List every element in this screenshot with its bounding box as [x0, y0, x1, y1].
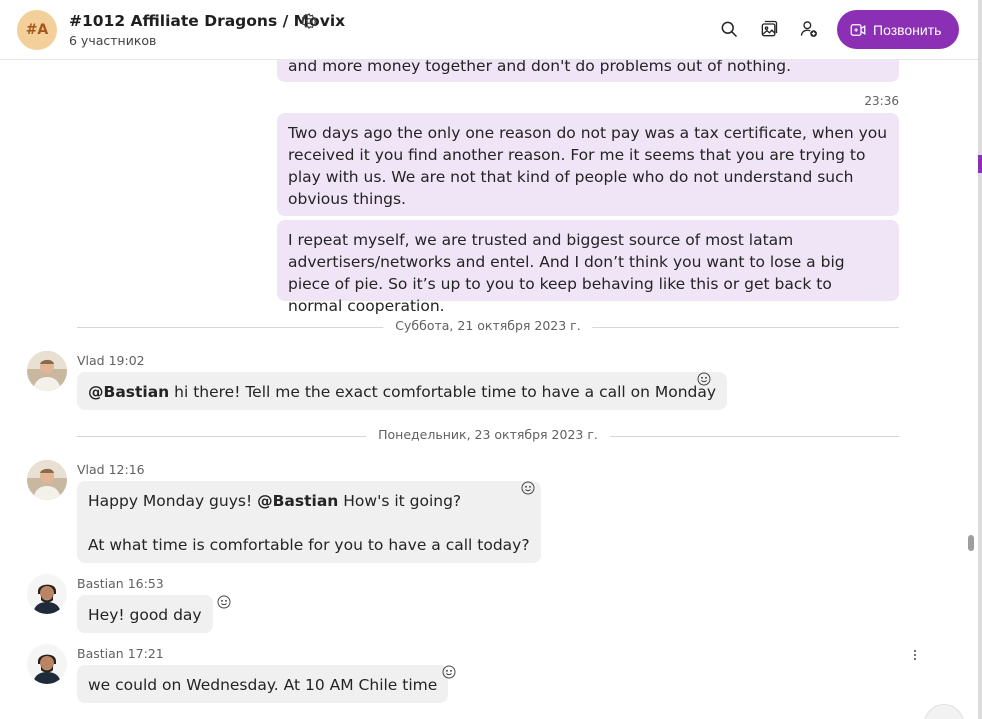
group-avatar[interactable]: #A [17, 10, 57, 50]
message-outgoing[interactable]: I repeat myself, we are trusted and bigg… [277, 220, 899, 315]
chat-window: #A #1012 Affiliate Dragons / Movix 6 уча… [0, 0, 982, 719]
message-text: hi there! Tell me the exact comfortable … [169, 383, 717, 401]
message-time: 17:21 [127, 646, 164, 661]
avatar-bastian[interactable] [27, 574, 67, 614]
message-list[interactable]: and more money together and don't do pro… [0, 60, 978, 719]
message-sender: Bastian 16:53 [77, 576, 164, 591]
date-label: Суббота, 21 октября 2023 г. [383, 318, 593, 333]
message-line: Happy Monday guys! @Bastian How's it goi… [88, 490, 530, 512]
date-divider: Понедельник, 23 октября 2023 г. [77, 426, 899, 446]
call-button[interactable]: Позвонить [837, 10, 959, 49]
date-divider: Суббота, 21 октября 2023 г. [77, 317, 899, 337]
smiley-reaction-icon[interactable] [696, 371, 712, 387]
search-icon[interactable] [719, 19, 739, 39]
message-time: 19:02 [108, 353, 145, 368]
chat-header: #A #1012 Affiliate Dragons / Movix 6 уча… [0, 0, 978, 60]
avatar-vlad[interactable] [27, 351, 67, 391]
window-edge-accent [978, 155, 982, 173]
message-text: How's it going? [338, 492, 462, 510]
message-incoming[interactable]: @Bastian hi there! Tell me the exact com… [77, 372, 728, 410]
message-text: At what time is comfortable for you to h… [88, 536, 530, 554]
smiley-reaction-icon[interactable] [216, 594, 232, 610]
sender-name[interactable]: Bastian [77, 646, 124, 661]
smiley-reaction-icon[interactable] [441, 664, 457, 680]
more-options-icon[interactable] [908, 648, 922, 662]
message-incoming[interactable]: Hey! good day [77, 595, 213, 633]
message-text: Hey! good day [88, 606, 202, 624]
message-line-break [88, 512, 530, 534]
call-button-label: Позвонить [873, 21, 942, 38]
message-time: 12:16 [108, 462, 145, 477]
sender-name[interactable]: Vlad [77, 462, 105, 477]
settings-icon[interactable] [300, 12, 318, 30]
mention[interactable]: @Bastian [88, 383, 169, 401]
message-timestamp: 23:36 [864, 94, 899, 108]
window-edge [978, 0, 982, 719]
message-sender: Bastian 17:21 [77, 646, 164, 661]
message-outgoing[interactable]: Two days ago the only one reason do not … [277, 113, 899, 216]
message-incoming[interactable]: we could on Wednesday. At 10 AM Chile ti… [77, 665, 449, 703]
sender-name[interactable]: Vlad [77, 353, 105, 368]
avatar-bastian[interactable] [27, 644, 67, 684]
mention[interactable]: @Bastian [257, 492, 338, 510]
add-people-icon[interactable] [799, 19, 819, 39]
message-outgoing[interactable]: and more money together and don't do pro… [277, 60, 899, 82]
message-time: 16:53 [127, 576, 164, 591]
gallery-icon[interactable] [759, 19, 779, 39]
avatar-vlad[interactable] [27, 460, 67, 500]
message-text: I repeat myself, we are trusted and bigg… [288, 231, 845, 315]
message-incoming[interactable]: Happy Monday guys! @Bastian How's it goi… [77, 481, 541, 563]
date-label: Понедельник, 23 октября 2023 г. [366, 427, 610, 442]
scrollbar-thumb[interactable] [968, 535, 974, 551]
sender-name[interactable]: Bastian [77, 576, 124, 591]
message-sender: Vlad 19:02 [77, 353, 145, 368]
message-text: and more money together and don't do pro… [288, 60, 792, 75]
message-text: Two days ago the only one reason do not … [288, 124, 888, 208]
scrollbar-track[interactable] [966, 60, 976, 719]
message-text: Happy Monday guys! [88, 492, 258, 510]
participants-count[interactable]: 6 участников [69, 33, 156, 48]
message-sender: Vlad 12:16 [77, 462, 145, 477]
message-text: we could on Wednesday. At 10 AM Chile ti… [88, 676, 438, 694]
smiley-reaction-icon[interactable] [520, 480, 536, 496]
video-call-icon [850, 23, 866, 36]
